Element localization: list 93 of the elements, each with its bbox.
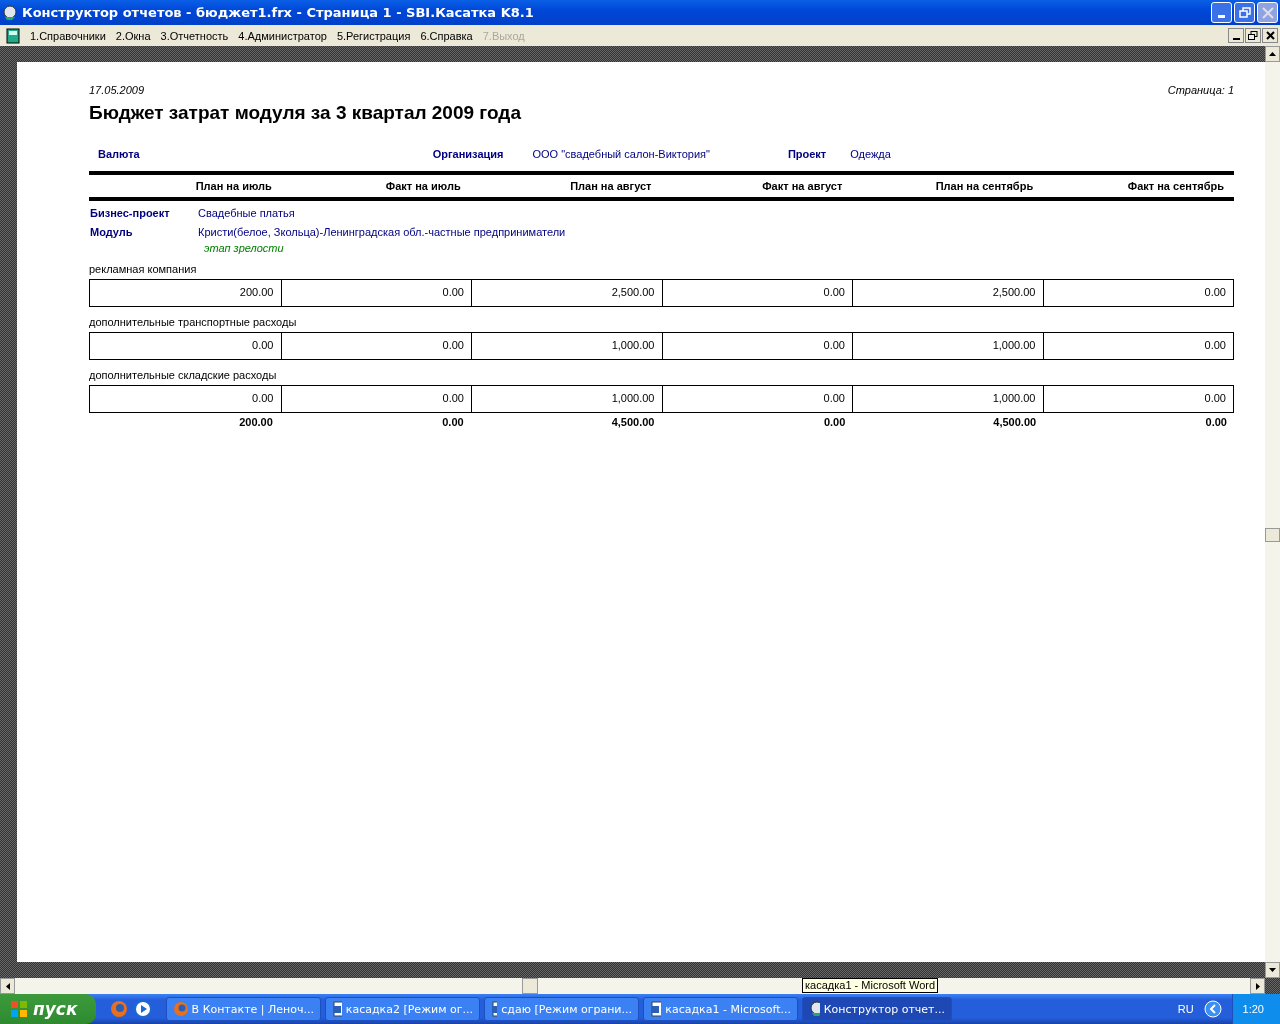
table-cell: 0.00 <box>1042 386 1233 412</box>
table-cell: 0.00 <box>661 280 852 306</box>
horizontal-scrollbar[interactable]: касадка1 - Microsoft Word <box>0 978 1265 994</box>
taskbar-button[interactable]: Конструктор отчет... <box>802 997 952 1021</box>
language-indicator[interactable]: RU <box>1177 1003 1194 1015</box>
table-cell: 0.00 <box>1042 333 1233 359</box>
app-icon <box>809 1001 820 1017</box>
menu-item[interactable]: 5.Регистрация <box>336 29 411 42</box>
document-icon <box>650 1001 662 1017</box>
table-cell: 0.00 <box>661 333 852 359</box>
total-value: 4,500.00 <box>610 416 656 428</box>
arrow-left-icon <box>5 982 10 990</box>
total-value: 0.00 <box>1204 416 1228 428</box>
group-name: дополнительные транспортные расходы <box>89 316 298 330</box>
restore-icon <box>1238 6 1251 19</box>
arrow-right-icon <box>1255 982 1260 990</box>
document-icon <box>491 1001 498 1017</box>
chevron-left-icon[interactable] <box>1203 1000 1222 1018</box>
table-cell: 2,500.00 <box>852 280 1043 306</box>
table-cell: 1,000.00 <box>852 333 1043 359</box>
report-date: 17.05.2009 <box>89 84 145 96</box>
scroll-down-button[interactable] <box>1265 962 1280 978</box>
menu-item[interactable]: 1.Справочники <box>30 29 106 42</box>
param-value: ООО "свадебный салон-Виктория" <box>532 148 710 160</box>
total-value: 4,500.00 <box>992 416 1038 428</box>
restore-icon <box>1248 30 1258 41</box>
table-cell: 1,000.00 <box>852 386 1043 412</box>
windows-logo-icon <box>10 1000 28 1018</box>
table-cell: 0.00 <box>1042 280 1233 306</box>
scroll-right-button[interactable] <box>1250 978 1265 994</box>
vertical-scrollbar[interactable] <box>1265 46 1280 978</box>
total-value: 0.00 <box>441 416 465 428</box>
column-header: План на сентябрь <box>934 180 1035 192</box>
scroll-thumb[interactable] <box>1265 528 1280 542</box>
table-cell: 0.00 <box>280 280 471 306</box>
minimize-icon <box>1218 15 1225 18</box>
arrow-up-icon <box>1269 52 1276 56</box>
column-header: План на июль <box>194 180 273 192</box>
field-value: Свадебные платья <box>198 206 295 219</box>
scroll-left-button[interactable] <box>0 978 15 994</box>
page-number: Страница: 1 <box>1167 84 1234 96</box>
taskbar-button[interactable]: касадка2 [Режим ог... <box>325 997 480 1021</box>
table-cell: 0.00 <box>280 386 471 412</box>
param-label: Организация <box>432 148 504 160</box>
total-value: 200.00 <box>238 416 274 428</box>
group-name: рекламная компания <box>89 263 198 277</box>
clock: 1:20 <box>1231 994 1280 1024</box>
menu-item[interactable]: 6.Справка <box>420 29 473 42</box>
taskbar-button[interactable]: сдаю [Режим ограни... <box>484 997 639 1021</box>
scroll-up-button[interactable] <box>1265 46 1280 62</box>
browser-icon <box>173 1001 188 1017</box>
app-menu-icon[interactable] <box>6 27 20 44</box>
arrow-down-icon <box>1269 968 1276 972</box>
minimize-button[interactable] <box>1228 28 1244 43</box>
restore-button[interactable] <box>1245 28 1261 43</box>
column-header: План на август <box>569 180 653 192</box>
param-value: Одежда <box>850 148 891 160</box>
document-icon <box>332 1001 342 1017</box>
table-cell: 1,000.00 <box>471 333 662 359</box>
table-cell-text: 0.00 <box>251 391 275 406</box>
total-value: 0.00 <box>822 416 847 428</box>
close-icon <box>1265 31 1275 40</box>
param-label: Проект <box>787 148 827 160</box>
table-cell: 0.00 <box>661 386 852 412</box>
stage-label: этап зрелости <box>204 242 285 254</box>
start-button[interactable]: пуск <box>0 994 96 1024</box>
table-cell: 1,000.00 <box>471 386 662 412</box>
param-label: Валюта <box>98 148 140 160</box>
minimize-icon <box>1232 37 1240 40</box>
group-name: дополнительные складские расходы <box>89 369 278 383</box>
menu-item[interactable]: 3.Отчетность <box>160 29 229 42</box>
column-header: Факт на сентябрь <box>1126 180 1225 192</box>
column-header: Факт на август <box>761 180 844 192</box>
taskbar-button[interactable]: касадка1 - Microsoft... <box>643 997 798 1021</box>
media-player-icon[interactable] <box>134 1000 152 1018</box>
close-button[interactable] <box>1262 28 1278 43</box>
menu-item[interactable]: 4.Администратор <box>238 29 327 42</box>
menu-item[interactable]: 2.Окна <box>115 29 151 42</box>
table-cell: 0.00 <box>280 333 471 359</box>
column-header: Факт на июль <box>384 180 462 192</box>
taskbar-button[interactable]: В Контакте | Леноч... <box>166 997 321 1021</box>
window-title: Конструктор отчетов - бюджет1.frx - Страница 1 - SBI.Касатка K8.1 <box>22 5 535 20</box>
table-cell: 2,500.00 <box>471 280 662 306</box>
field-value: Кристи(белое, Зкольца)-Ленинградская обл.-частные предприниматели <box>198 225 566 238</box>
table-cell-text: 0.00 <box>251 338 275 353</box>
close-icon <box>1261 6 1274 19</box>
report-title: Бюджет затрат модуля за 3 квартал 2009 года <box>89 102 522 124</box>
tooltip: касадка1 - Microsoft Word <box>802 978 939 993</box>
table-cell-text: 200.00 <box>238 285 275 300</box>
field-label: Модуль <box>89 225 134 238</box>
scroll-thumb[interactable] <box>522 978 538 994</box>
field-label: Бизнес-проект <box>89 206 171 219</box>
app-icon <box>2 4 18 21</box>
